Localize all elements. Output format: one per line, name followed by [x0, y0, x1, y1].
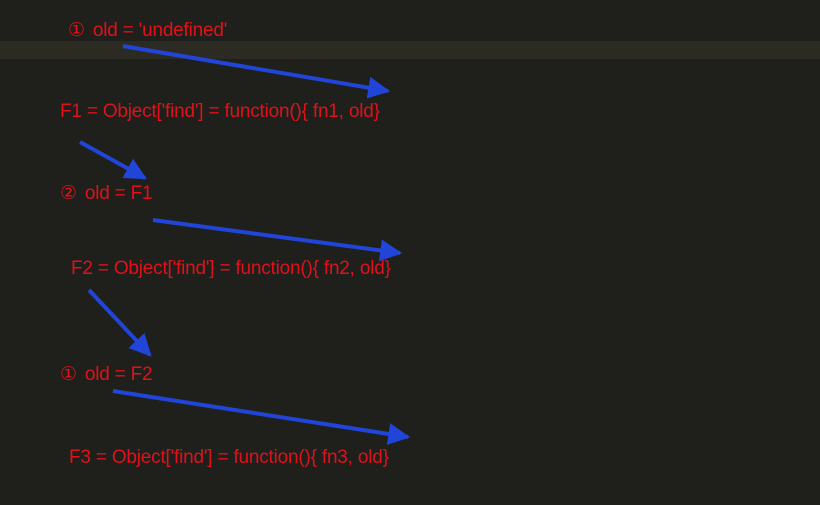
- arrow-5: [112, 389, 411, 445]
- arrows-layer: [79, 44, 411, 445]
- arrow-1: [122, 44, 391, 99]
- arrow-4: [87, 288, 152, 357]
- arrow-3: [152, 218, 403, 262]
- diagram-canvas: ① old = 'undefined' F1 = Object['find'] =…: [0, 0, 820, 505]
- arrow-2: [79, 140, 147, 180]
